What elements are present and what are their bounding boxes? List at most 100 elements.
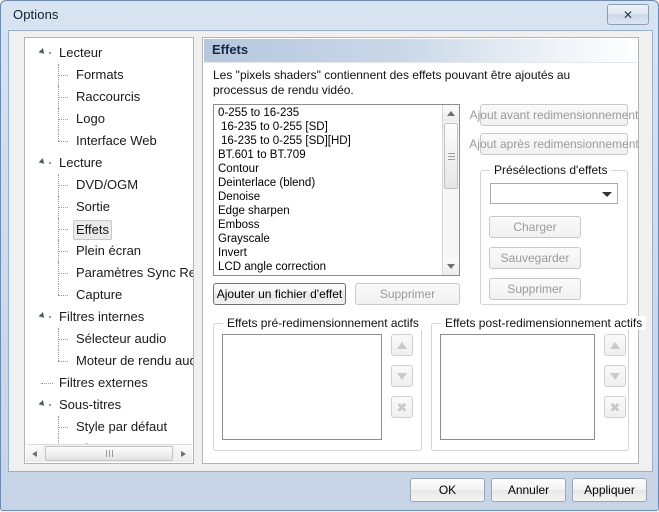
tree-connector-stub [58, 119, 68, 121]
expander-triangle-icon[interactable] [38, 48, 47, 56]
grip-line [447, 158, 455, 160]
tree-item-label: Paramètres Sync Renderer [76, 265, 193, 280]
tree-item-interface-web[interactable]: Interface Web [25, 130, 193, 152]
tree-connector-stub [58, 339, 68, 341]
tree-connector-dot [49, 404, 51, 406]
tree-connector-line [58, 284, 60, 295]
tree-item-label: Filtres internes [59, 309, 145, 324]
scroll-up-button[interactable] [443, 105, 459, 122]
available-effects-items: 0-255 to 16-235 16-235 to 0-255 [SD] 16-23… [214, 106, 442, 275]
tree-item-capture[interactable]: Capture [25, 284, 193, 306]
tree-item-s-lecteur-audio[interactable]: Sélecteur audio [25, 328, 193, 350]
effect-list-item[interactable]: Invert [214, 246, 442, 260]
tree-connector-stub [58, 75, 68, 77]
remove-button: ✖ [391, 396, 413, 418]
tree-connector-stub [58, 361, 68, 363]
tree-item-param-tres-sync-renderer[interactable]: Paramètres Sync Renderer [25, 262, 193, 284]
effects-settings-pane: Effets Les "pixels shaders" contiennent … [202, 37, 647, 464]
cancel-button[interactable]: Annuler [491, 478, 566, 502]
tree-connector-stub [58, 97, 68, 99]
scroll-left-button[interactable] [26, 445, 43, 462]
tree-item-label: Logo [76, 111, 105, 126]
scrollbar-thumb[interactable] [444, 123, 458, 189]
tree-item-lecteur[interactable]: Lecteur [25, 42, 193, 64]
add-effect-file-button[interactable]: Ajouter un fichier d'effet [213, 283, 346, 305]
tree-item-plein-cran[interactable]: Plein écran [25, 240, 193, 262]
move-up-button [391, 334, 413, 356]
tree-connector-stub [58, 273, 68, 275]
tree-item-label: Style par défaut [76, 419, 168, 434]
tree-item-label: Interface Web [76, 133, 157, 148]
effect-list-item[interactable]: BT.601 to BT.709 [214, 148, 442, 162]
expander-triangle-icon[interactable] [38, 312, 47, 320]
expander-triangle-icon[interactable] [38, 400, 47, 408]
available-effects-listbox[interactable]: 0-255 to 16-235 16-235 to 0-255 [SD] 16-23… [213, 104, 460, 276]
tree-item-logo[interactable]: Logo [25, 108, 193, 130]
dialog-button-bar: OK Annuler Appliquer [1, 472, 659, 512]
ok-button[interactable]: OK [410, 478, 485, 502]
add-before-resize-button: Ajout avant redimensionnement [470, 104, 638, 126]
title-bar: Options ✕ [1, 1, 658, 30]
tree-connector-stub [58, 207, 68, 209]
effect-list-item[interactable]: Contour [214, 162, 442, 176]
pane-description: Les "pixels shaders" contiennent des eff… [213, 68, 571, 97]
effects-list-vertical-scrollbar[interactable] [442, 105, 459, 275]
effect-list-item[interactable]: Emboss [214, 218, 442, 232]
tree-connector-dot [49, 52, 51, 54]
tree-item-label: Raccourcis [76, 89, 141, 104]
tree-item-label: Formats [76, 67, 124, 82]
tree-item-sortie[interactable]: Sortie [25, 196, 193, 218]
effect-list-item[interactable]: Letterbox [214, 274, 442, 275]
chevron-down-icon [602, 192, 612, 197]
effect-list-item[interactable]: Grayscale [214, 232, 442, 246]
tree-item-style-par-d-faut[interactable]: Style par défaut [25, 416, 193, 438]
delete-effect-button: Supprimer [355, 283, 460, 305]
group-legend: Effets pré-redimensionnement actifs [223, 316, 423, 330]
tree-item-label: Lecture [59, 155, 103, 170]
arrow-down-icon [397, 372, 407, 380]
close-button[interactable]: ✕ [607, 4, 649, 25]
effect-list-item[interactable]: 16-235 to 0-255 [SD] [214, 120, 442, 134]
effect-list-item[interactable]: LCD angle correction [214, 260, 442, 274]
load-preset-button: Charger [489, 216, 581, 238]
close-icon: ✕ [622, 7, 634, 22]
tree-connector-dot [49, 162, 51, 164]
effect-list-item[interactable]: Deinterlace (blend) [214, 176, 442, 190]
move-down-button [391, 365, 413, 387]
effect-list-item[interactable]: 0-255 to 16-235 [214, 106, 442, 120]
effect-list-item[interactable]: Denoise [214, 190, 442, 204]
grip-line [111, 450, 113, 457]
grip-line [447, 152, 455, 154]
tree-item-formats[interactable]: Formats [25, 64, 193, 86]
scroll-right-button[interactable] [175, 445, 192, 462]
effect-list-item[interactable]: 16-235 to 0-255 [SD][HD] [214, 134, 442, 148]
scroll-down-button[interactable] [443, 258, 459, 275]
tree-item-effets[interactable]: Effets [25, 218, 193, 240]
chevron-right-icon [181, 450, 186, 457]
tree-item-dvd-ogm[interactable]: DVD/OGM [25, 174, 193, 196]
tree-connector-stub [58, 141, 68, 143]
expander-triangle-icon[interactable] [38, 158, 47, 166]
tree-item-filtres-externes[interactable]: Filtres externes [25, 372, 193, 394]
scrollbar-thumb[interactable] [45, 446, 173, 461]
tree-horizontal-scrollbar[interactable] [26, 444, 192, 462]
active-pre-resize-effects-group: Effets pré-redimensionnement actifs ✖ [213, 316, 423, 451]
tree-item-label: Filtres externes [59, 375, 148, 390]
tree-item-raccourcis[interactable]: Raccourcis [25, 86, 193, 108]
tree-item-sous-titres[interactable]: Sous-titres [25, 394, 193, 416]
apply-button[interactable]: Appliquer [572, 478, 647, 502]
tree-item-lecture[interactable]: Lecture [25, 152, 193, 174]
options-dialog-window: Options ✕ Lecteur Formats Raccourcis Logo In… [0, 0, 659, 511]
effect-list-item[interactable]: Edge sharpen [214, 204, 442, 218]
tree-connector-stub [58, 185, 68, 187]
group-legend: Effets post-redimensionnement actifs [441, 316, 647, 330]
settings-tree: Lecteur Formats Raccourcis Logo Interface We… [25, 42, 193, 456]
group-legend: Présélections d'effets [490, 163, 612, 177]
tree-item-filtres-internes[interactable]: Filtres internes [25, 306, 193, 328]
tree-item-moteur-de-rendu-audio[interactable]: Moteur de rendu audio [25, 350, 193, 372]
active-pre-effects-listbox[interactable] [222, 334, 382, 440]
move-down-button [604, 365, 626, 387]
active-post-effects-listbox[interactable] [440, 334, 595, 440]
window-title: Options [13, 7, 59, 22]
preset-select[interactable] [490, 183, 618, 204]
